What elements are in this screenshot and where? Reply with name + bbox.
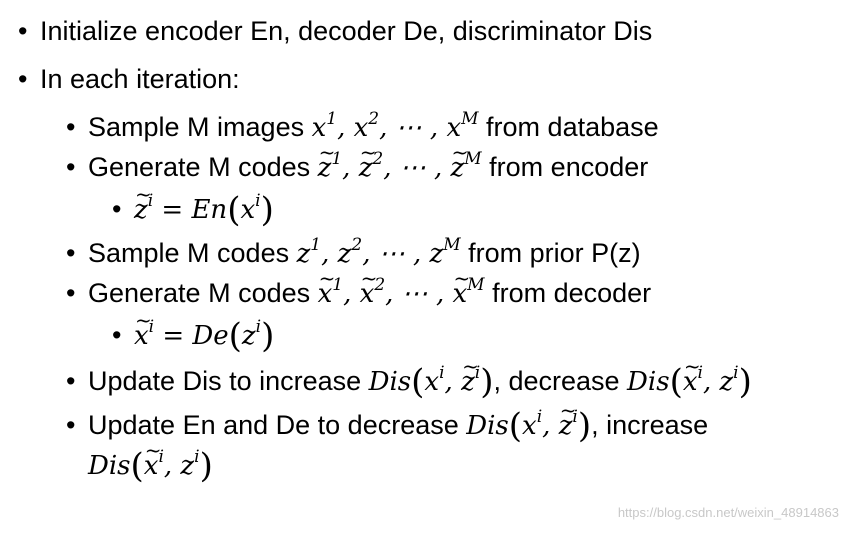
subbullet-text: from encoder [481, 152, 649, 182]
subbullet-text: , increase [591, 410, 709, 440]
bullet-dot: • [66, 278, 76, 308]
subbullet-text: from database [478, 112, 659, 142]
subsubbullet-decoder-formula: • xi = De(zi) [112, 303, 274, 353]
subbullet-text: Sample M images [88, 112, 312, 142]
math-ztilde-sequence: z1, z2, ⋯ , zM [318, 135, 482, 183]
bullet-dot: • [18, 16, 28, 46]
subbullet-update-dis: • Update Dis to increase Dis(xi, zi), dec… [66, 349, 752, 399]
math-dis-increase: Dis(xi, zi) [369, 349, 494, 399]
bullet-dot: • [66, 112, 76, 142]
bullet-iteration: • In each iteration: [18, 62, 240, 96]
bullet-initialize: • Initialize encoder En, decoder De, disc… [18, 14, 652, 48]
math-dis-decrease-2: Dis(xi, zi) [466, 393, 591, 443]
bullet-dot: • [66, 152, 76, 182]
math-decoder-formula: xi = De(zi) [134, 303, 274, 353]
subbullet-update-en-de-continued: Dis(xi, zi) [88, 433, 213, 483]
subbullet-text: , decrease [493, 366, 628, 396]
subbullet-update-en-de: •Update En and De to decrease Dis(xi, zi… [66, 393, 709, 443]
subbullet-text: from decoder [484, 278, 652, 308]
bullet-dot: • [112, 320, 122, 350]
bullet-dot: • [66, 238, 76, 268]
bullet-dot: • [66, 366, 76, 396]
subbullet-generate-codes-encoder: • Generate M codes z1, z2, ⋯ , zM from en… [66, 135, 649, 185]
bullet-text: Initialize encoder En, decoder De, discr… [40, 16, 653, 46]
bullet-dot: • [66, 410, 76, 440]
subbullet-text: Generate M codes [88, 278, 318, 308]
math-xtilde-sequence: x1, x2, ⋯ , xM [318, 261, 485, 309]
slide: • Initialize encoder En, decoder De, disc… [0, 0, 849, 538]
subbullet-text: Update Dis to increase [88, 366, 369, 396]
math-dis-decrease: Dis(xi, zi) [627, 349, 752, 399]
bullet-dot: • [18, 64, 28, 94]
bullet-text: In each iteration: [40, 64, 240, 94]
subsubbullet-encoder-formula: • zi = En(xi) [112, 177, 274, 227]
subbullet-sample-codes-prior: • Sample M codes z1, z2, ⋯ , zM from prio… [66, 228, 641, 271]
subbullet-text: Sample M codes [88, 238, 297, 268]
math-encoder-formula: zi = En(xi) [134, 177, 274, 227]
bullet-dot: • [112, 194, 122, 224]
subbullet-generate-codes-decoder: • Generate M codes x1, x2, ⋯ , xM from de… [66, 261, 652, 311]
watermark: https://blog.csdn.net/weixin_48914863 [617, 505, 839, 520]
subbullet-text: Generate M codes [88, 152, 318, 182]
math-dis-increase-2: Dis(xi, zi) [88, 433, 213, 483]
subbullet-text: from prior P(z) [460, 238, 641, 268]
